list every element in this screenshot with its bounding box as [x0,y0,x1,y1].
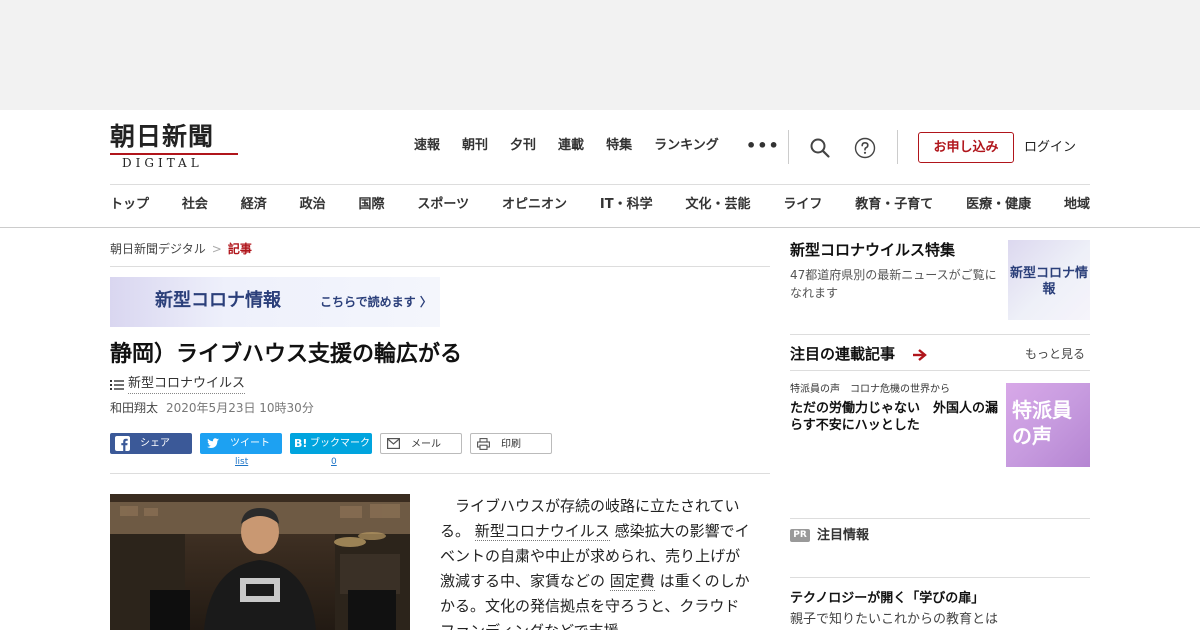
corona-info-banner[interactable]: 新型コロナ情報 こちらで読めます 〉 [110,277,440,327]
article-headline: 静岡）ライブハウス支援の輪広がる [110,342,463,367]
subscribe-button[interactable]: お申し込み [918,132,1014,163]
sidebar-rensai-title: 注目の連載記事 [790,345,896,363]
facebook-share-button[interactable]: シェア [110,433,192,454]
logo-underline [110,153,238,155]
site-logo[interactable]: 朝日新聞 DIGITAL [110,122,245,172]
topnav-item-ranking[interactable]: ランキング [654,136,719,156]
mainnav-item-region[interactable]: 地域 [1064,194,1090,216]
mail-share-button[interactable]: メール [380,433,462,454]
article-date: 2020年5月23日 10時30分 [166,401,314,415]
sidebar-divider [790,370,1090,371]
article-photo[interactable] [110,494,410,630]
mail-icon [387,438,400,449]
header-divider [788,130,789,164]
mainnav-item-society[interactable]: 社会 [182,194,208,216]
mainnav-item-life[interactable]: ライフ [783,194,822,216]
hatena-bookmark-label: ブックマーク [310,438,370,449]
help-icon[interactable] [854,137,876,159]
mail-share-label: メール [411,439,441,450]
body-link-fixed-cost[interactable]: 固定費 [609,572,655,591]
printer-icon [477,438,490,450]
rensai-kicker: 特派員の声 コロナ危機の世界から [790,384,950,395]
mainnav-item-health[interactable]: 医療・健康 [966,194,1031,216]
sidebar-rensai-more-link[interactable]: もっと見る [1025,346,1085,362]
mainnav-item-culture[interactable]: 文化・芸能 [685,194,750,216]
mainnav-item-sports[interactable]: スポーツ [417,194,469,216]
mainnav-item-economy[interactable]: 経済 [241,194,267,216]
login-link[interactable]: ログイン [1024,138,1076,158]
more-menu-button[interactable]: ••• [746,138,780,154]
print-button[interactable]: 印刷 [470,433,552,454]
logo-main-text: 朝日新聞 [110,122,215,151]
pr-section-title: 注目情報 [817,528,870,543]
header-divider [897,130,898,164]
tokuhain-thumbnail[interactable]: 特派員の声 [1006,383,1090,467]
mainnav-item-education[interactable]: 教育・子育て [855,194,933,216]
arrow-right-icon [913,349,927,361]
breadcrumb-divider [110,266,770,267]
sidebar-corona-title[interactable]: 新型コロナウイルス特集 [790,240,955,260]
topnav-item-tokushu[interactable]: 特集 [606,136,632,156]
twitter-bird-icon [206,438,219,448]
share-divider [110,473,770,474]
twitter-share-count[interactable]: list [235,456,248,468]
sidebar-corona-description: 47都道府県別の最新ニュースがご覧になれます [790,268,997,300]
body-link-corona[interactable]: 新型コロナウイルス [474,522,610,541]
sidebar-divider [790,577,1090,578]
rensai-headline[interactable]: ただの労働力じゃない 外国人の漏らす不安にハッとした [790,400,1004,434]
ad-space [0,0,1200,110]
mainnav-item-international[interactable]: 国際 [359,194,385,216]
print-label: 印刷 [501,439,521,450]
mainnav-item-top[interactable]: トップ [110,194,149,216]
topnav-item-sokuho[interactable]: 速報 [414,136,440,156]
article-tag-label: 新型コロナウイルス [128,375,246,394]
header-separator [110,184,1090,185]
mainnav-item-politics[interactable]: 政治 [300,194,326,216]
pr-badge: PR [790,529,810,542]
site-header: 朝日新聞 DIGITAL 速報 朝刊 夕刊 連載 特集 ランキング ••• お申… [0,110,1200,228]
facebook-icon [115,436,130,451]
article-byline: 和田翔太 2020年5月23日 10時30分 [110,399,314,417]
sidebar-divider [790,518,1090,519]
twitter-share-button[interactable]: ツイート [200,433,282,454]
twitter-share-label: ツイート [230,438,270,449]
search-icon[interactable] [809,137,831,159]
corona-banner-title: 新型コロナ情報 [155,290,281,311]
sidebar-corona-thumbnail[interactable]: 新型コロナ情報 [1008,240,1090,320]
hatena-bookmark-icon: B! [294,437,308,450]
pr-description: 親子で知りたいこれからの教育とは [790,612,999,627]
sidebar-corona-thumb-text: 新型コロナ情報 [1009,266,1088,297]
mainnav-item-opinion[interactable]: オピニオン [502,194,567,216]
hatena-bookmark-count[interactable]: 0 [331,456,337,468]
breadcrumb-separator: > [211,242,222,256]
tokuhain-thumb-text: 特派員の声 [1012,398,1072,448]
main-nav: トップ 社会 経済 政治 国際 スポーツ オピニオン IT・科学 文化・芸能 ラ… [110,194,1090,216]
article-body: ライブハウスが存続の岐路に立たされている。 新型コロナウイルス 感染拡大の影響で… [440,494,750,630]
breadcrumb-current: 記事 [227,242,252,256]
top-nav: 速報 朝刊 夕刊 連載 特集 ランキング [414,136,741,156]
live-house-photo-illustration [110,494,410,630]
mainnav-item-it-science[interactable]: IT・科学 [600,194,653,216]
breadcrumb-home[interactable]: 朝日新聞デジタル [110,242,206,256]
logo-sub-text: DIGITAL [122,156,203,170]
article-tag[interactable]: 新型コロナウイルス [110,375,246,394]
topnav-item-rensai[interactable]: 連載 [558,136,584,156]
topnav-item-choukan[interactable]: 朝刊 [462,136,488,156]
list-icon [110,379,124,390]
article-author: 和田翔太 [110,401,159,415]
pr-headline[interactable]: テクノロジーが開く「学びの扉」 [790,590,984,608]
corona-banner-link-text: こちらで読めます 〉 [320,295,432,309]
topnav-item-yukan[interactable]: 夕刊 [510,136,536,156]
breadcrumb: 朝日新聞デジタル > 記事 [110,240,252,258]
facebook-share-label: シェア [140,438,170,449]
hatena-bookmark-button[interactable]: B! ブックマーク [290,433,372,454]
sidebar-divider [790,334,1090,335]
